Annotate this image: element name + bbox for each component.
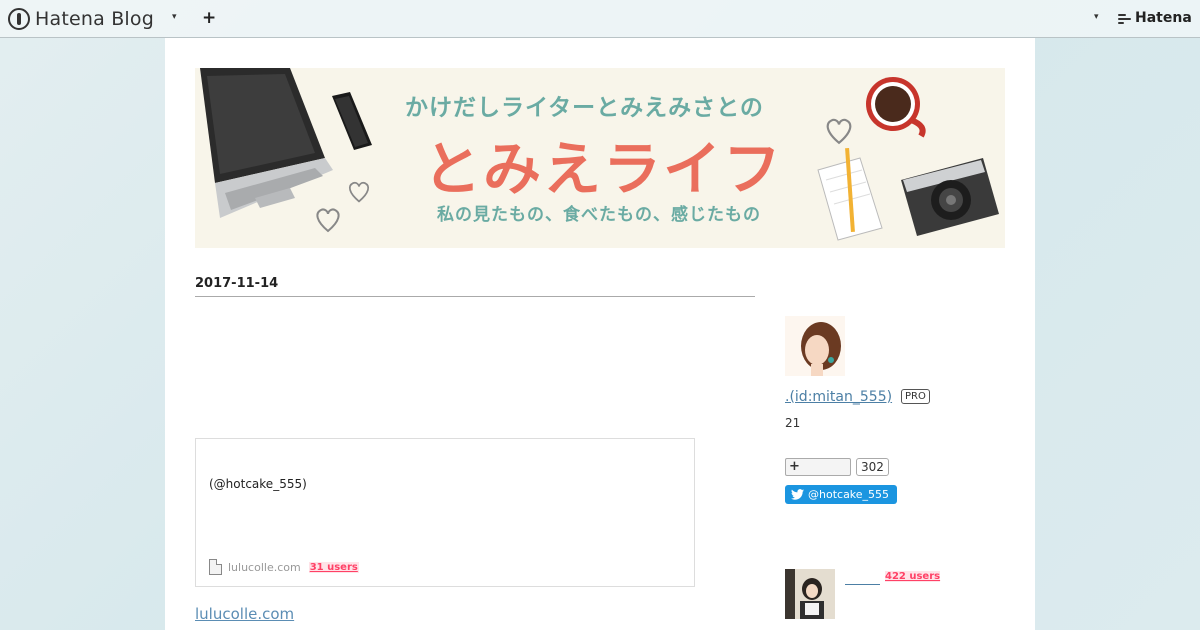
embed-site[interactable]: lulucolle.com	[228, 561, 301, 574]
profile-count: 21	[785, 416, 801, 430]
hatena-mark-icon	[1118, 11, 1132, 25]
global-header: Hatena Blog ▾ + ▾ Hatena	[0, 0, 1200, 38]
twitter-bird-icon	[791, 489, 804, 500]
heart-doodle-icon	[348, 181, 370, 203]
twitter-follow-button[interactable]: @hotcake_555	[785, 485, 897, 504]
blog-main: かけだしライターとみえみさとの とみえライフ 私の見たもの、食べたもの、感じたも…	[165, 38, 1035, 630]
blog-header-banner[interactable]: かけだしライターとみえみさとの とみえライフ 私の見たもの、食べたもの、感じたも…	[195, 68, 1005, 248]
source-link[interactable]: lulucolle.com	[195, 605, 294, 623]
related-entry-thumbnail[interactable]	[785, 569, 835, 619]
profile-name-link[interactable]: .(id:mitan_555)	[785, 389, 892, 405]
embed-text: (@hotcake_555)	[209, 477, 307, 491]
hatena-blog-logo[interactable]: Hatena Blog	[8, 6, 154, 32]
add-button[interactable]: +	[202, 8, 216, 28]
logo-text: Hatena Blog	[35, 8, 154, 30]
embed-card[interactable]: (@hotcake_555) lulucolle.com 31 users	[195, 438, 695, 587]
follower-count: 302	[856, 458, 889, 476]
heart-doodle-icon	[316, 208, 340, 233]
embed-footer: lulucolle.com 31 users	[209, 559, 359, 575]
avatar-image	[785, 316, 845, 376]
blog-title: とみえライフ	[423, 135, 784, 203]
follow-button[interactable]: +	[785, 458, 851, 476]
banner-subtitle: かけだしライターとみえみさとの	[405, 95, 764, 121]
smartphone-illustration	[332, 92, 372, 150]
bookmark-users-badge[interactable]: 31 users	[308, 561, 359, 573]
notepad-illustration	[817, 147, 883, 241]
menu-dropdown-icon[interactable]: ▾	[172, 12, 177, 22]
camera-illustration	[901, 158, 999, 236]
coffee-cup-illustration	[866, 77, 926, 138]
hatena-blog-icon	[8, 8, 30, 30]
heart-doodle-icon	[826, 118, 852, 145]
pro-badge: PRO	[901, 389, 930, 404]
related-entry-link[interactable]	[845, 571, 880, 585]
banner-tagline: 私の見たもの、食べたもの、感じたもの	[437, 205, 761, 225]
entry-date[interactable]: 2017-11-14	[195, 276, 755, 297]
document-icon	[209, 559, 222, 575]
related-bookmark-users[interactable]: 422 users	[885, 571, 941, 582]
thumbnail-image	[785, 569, 835, 619]
account-dropdown-icon[interactable]: ▾	[1094, 12, 1099, 22]
hatena-text: Hatena	[1135, 10, 1192, 26]
profile-avatar[interactable]	[785, 316, 845, 376]
twitter-handle: @hotcake_555	[808, 488, 890, 501]
hatena-link[interactable]: Hatena	[1118, 10, 1192, 26]
